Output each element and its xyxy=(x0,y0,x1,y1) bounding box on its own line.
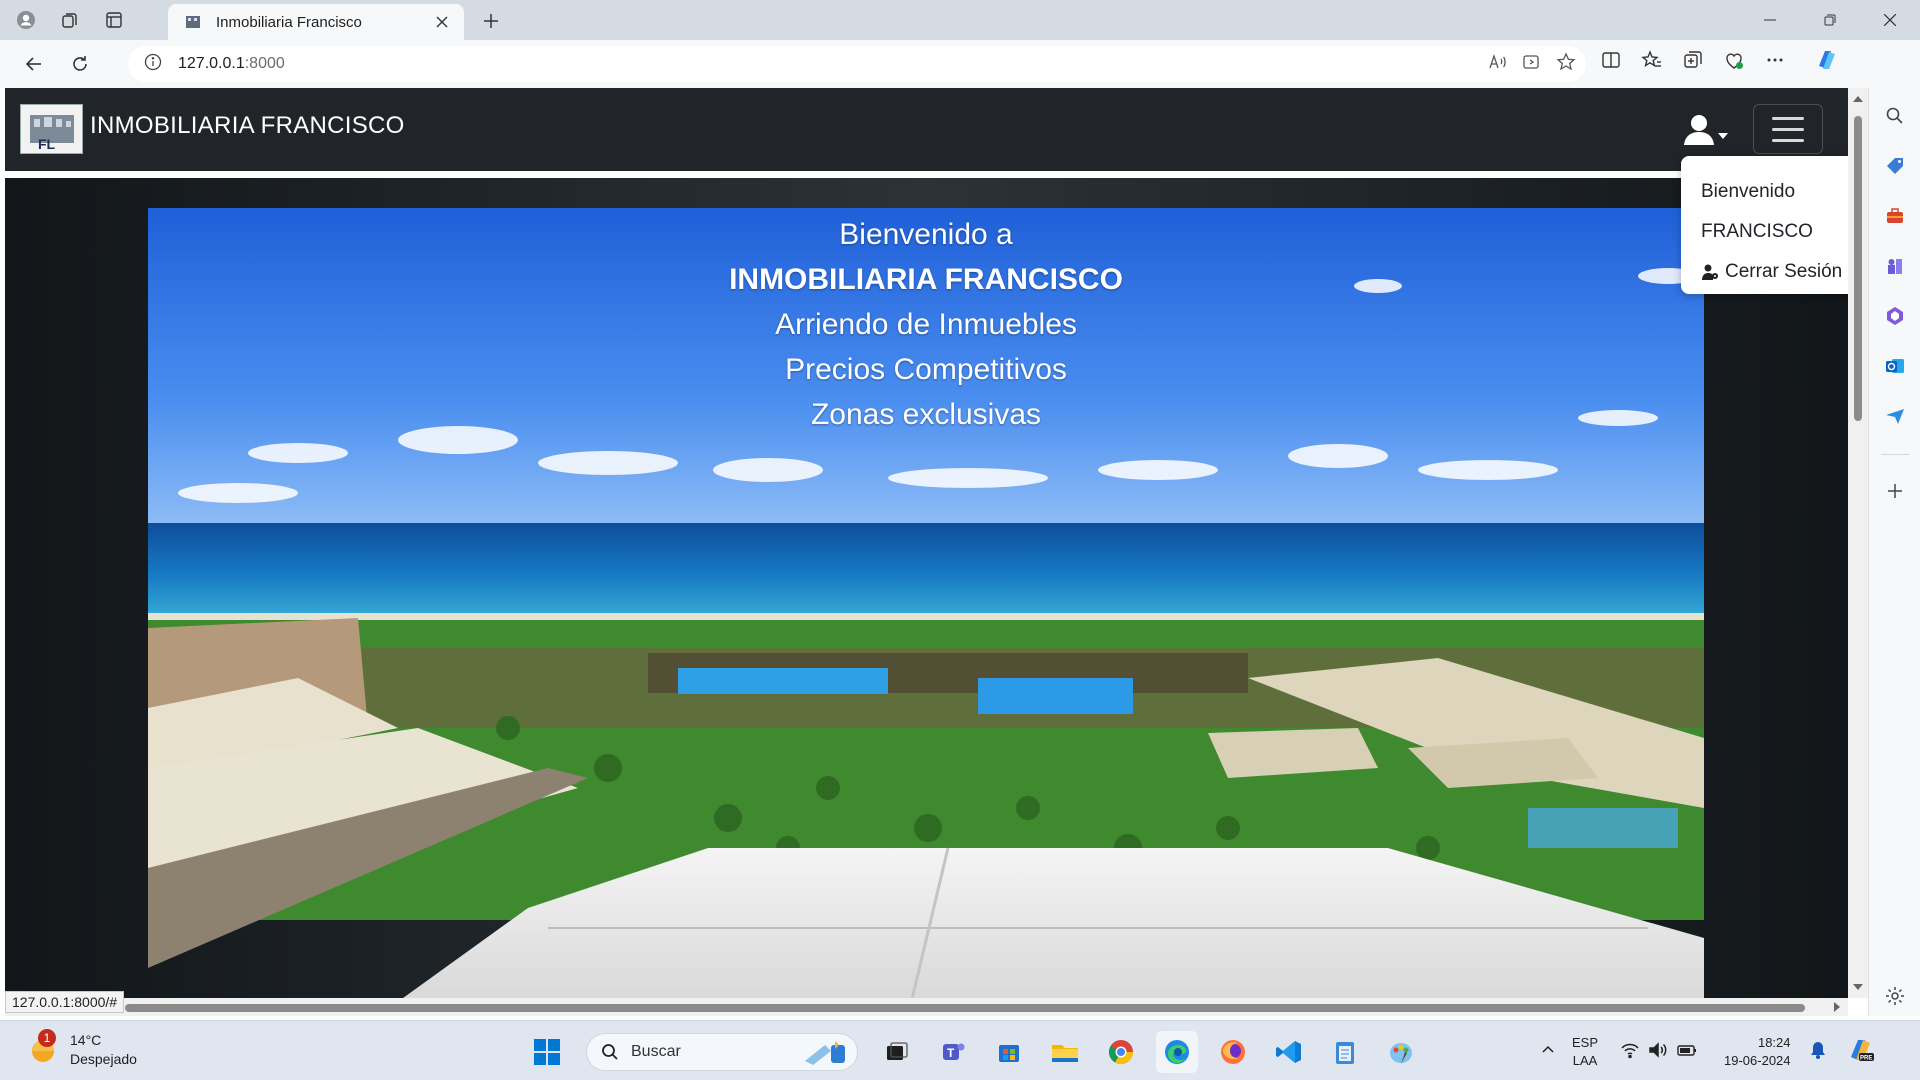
weather-temp: 14°C xyxy=(70,1032,102,1048)
outlook-icon[interactable] xyxy=(1879,350,1911,382)
hero-line-zones: Zonas exclusivas xyxy=(810,398,1042,431)
navbar-toggler-button[interactable] xyxy=(1753,104,1823,154)
paint-icon[interactable] xyxy=(1380,1031,1422,1073)
back-icon[interactable] xyxy=(16,46,52,82)
games-icon[interactable] xyxy=(1879,250,1911,282)
edge-sidebar xyxy=(1868,88,1920,1016)
weather-widget[interactable]: 1 14°C Despejado xyxy=(26,1029,137,1069)
read-aloud-icon[interactable] xyxy=(1488,52,1508,77)
volume-icon[interactable] xyxy=(1648,1041,1668,1064)
page-viewport: FL INMOBILIARIA FRANCISCO Bienvenido a I… xyxy=(5,88,1868,1016)
favorite-star-icon[interactable] xyxy=(1556,51,1576,77)
profile-icon[interactable] xyxy=(8,4,44,36)
wifi-icon[interactable] xyxy=(1620,1041,1640,1064)
notifications-bell-icon[interactable] xyxy=(1809,1040,1827,1065)
search-highlight-icon xyxy=(805,1041,845,1065)
browser-toolbar: 127.0.0.1:8000 xyxy=(0,40,1920,88)
svg-text:PRE: PRE xyxy=(1860,1055,1872,1061)
close-window-icon[interactable] xyxy=(1860,0,1920,40)
drop-send-icon[interactable] xyxy=(1879,400,1911,432)
address-bar[interactable]: 127.0.0.1:8000 xyxy=(128,46,1586,82)
logout-menu-item[interactable]: Cerrar Sesión xyxy=(1681,252,1861,292)
brand-logo[interactable]: FL xyxy=(20,104,83,154)
add-sidebar-app-icon[interactable] xyxy=(1879,475,1911,507)
search-icon[interactable] xyxy=(1879,100,1911,132)
svg-text:T: T xyxy=(947,1046,955,1060)
taskbar-clock[interactable]: 18:24 19-06-2024 xyxy=(1724,1034,1791,1070)
dropdown-username: FRANCISCO xyxy=(1701,221,1813,242)
more-options-icon[interactable] xyxy=(1764,49,1786,76)
hero-caption: Bienvenido a INMOBILIARIA FRANCISCO Arri… xyxy=(148,212,1704,437)
microsoft-store-icon[interactable] xyxy=(988,1031,1030,1073)
weather-alert-badge: 1 xyxy=(38,1029,56,1047)
microsoft-365-icon[interactable] xyxy=(1879,300,1911,332)
user-dropdown-menu: Bienvenido FRANCISCO Cerrar Sesión xyxy=(1681,156,1861,294)
new-tab-icon[interactable] xyxy=(476,6,506,36)
edge-icon[interactable] xyxy=(1156,1031,1198,1073)
immersive-reader-icon[interactable] xyxy=(1522,52,1542,77)
refresh-icon[interactable] xyxy=(62,46,98,82)
notepad-icon[interactable] xyxy=(1324,1031,1366,1073)
split-screen-icon[interactable] xyxy=(1600,49,1622,76)
site-favicon-icon xyxy=(186,16,200,28)
workspaces-icon[interactable] xyxy=(52,4,88,36)
hero-line-prices: Precios Competitivos xyxy=(785,353,1067,386)
url-text: 127.0.0.1:8000 xyxy=(178,55,285,72)
sidebar-settings-icon[interactable] xyxy=(1879,980,1911,1012)
search-icon xyxy=(602,1044,618,1060)
vertical-scrollbar[interactable] xyxy=(1848,88,1868,998)
tab-title: Inmobiliaria Francisco xyxy=(216,13,362,31)
user-icon xyxy=(1684,115,1728,145)
browser-essentials-icon[interactable] xyxy=(1723,49,1745,76)
copilot-icon[interactable] xyxy=(1813,46,1841,79)
dropdown-welcome-text: Bienvenido xyxy=(1701,181,1796,202)
system-tray: ESP LAA 18:24 19-06-2024 PRE xyxy=(1540,1031,1875,1073)
site-navbar: FL INMOBILIARIA FRANCISCO xyxy=(5,88,1848,171)
tools-briefcase-icon[interactable] xyxy=(1879,200,1911,232)
windows-logo-icon xyxy=(534,1039,560,1065)
close-tab-icon[interactable] xyxy=(430,10,454,34)
vertical-tabs-icon[interactable] xyxy=(96,4,132,36)
hero-line-rent: Arriendo de Inmuebles xyxy=(775,308,1077,341)
minimize-icon[interactable] xyxy=(1740,0,1800,40)
favorites-icon[interactable] xyxy=(1641,49,1663,76)
horizontal-scrollbar[interactable] xyxy=(5,998,1848,1016)
tab-inmobiliaria[interactable]: Inmobiliaria Francisco xyxy=(168,4,464,40)
hero-line-company: INMOBILIARIA FRANCISCO xyxy=(729,263,1123,296)
file-explorer-icon[interactable] xyxy=(1044,1031,1086,1073)
brand-name[interactable]: INMOBILIARIA FRANCISCO xyxy=(90,112,405,140)
language-indicator[interactable]: ESP LAA xyxy=(1572,1034,1598,1070)
hero-carousel-image: Bienvenido a INMOBILIARIA FRANCISCO Arri… xyxy=(148,208,1704,1016)
restore-icon[interactable] xyxy=(1800,0,1860,40)
status-bar-url: 127.0.0.1:8000/# xyxy=(5,991,125,1013)
vscode-icon[interactable] xyxy=(1268,1031,1310,1073)
teams-icon[interactable]: T xyxy=(932,1031,974,1073)
svg-text:FL: FL xyxy=(38,136,56,152)
site-info-icon[interactable] xyxy=(144,53,162,76)
taskbar-search-placeholder: Buscar xyxy=(631,1043,681,1060)
copilot-preview-icon[interactable]: PRE xyxy=(1845,1035,1875,1070)
windows-taskbar: 1 14°C Despejado Buscar T ESP LAA 18:24 … xyxy=(0,1020,1920,1080)
browser-tab-strip: Inmobiliaria Francisco xyxy=(0,0,1920,40)
show-hidden-icons-chevron-icon[interactable] xyxy=(1540,1042,1556,1063)
hero-section: Bienvenido a INMOBILIARIA FRANCISCO Arri… xyxy=(5,178,1848,1016)
collections-icon[interactable] xyxy=(1682,49,1704,76)
logout-label: Cerrar Sesión xyxy=(1725,261,1843,282)
start-button[interactable] xyxy=(526,1031,568,1073)
shopping-tag-icon[interactable] xyxy=(1879,150,1911,182)
hero-line-welcome: Bienvenido a xyxy=(839,218,1013,251)
battery-icon[interactable] xyxy=(1676,1041,1698,1064)
taskbar-search[interactable]: Buscar xyxy=(586,1033,858,1071)
user-menu-toggle[interactable] xyxy=(1675,110,1735,150)
user-lock-icon xyxy=(1702,264,1718,280)
weather-desc: Despejado xyxy=(70,1051,137,1067)
firefox-icon[interactable] xyxy=(1212,1031,1254,1073)
task-view-icon[interactable] xyxy=(876,1031,918,1073)
chrome-icon[interactable] xyxy=(1100,1031,1142,1073)
